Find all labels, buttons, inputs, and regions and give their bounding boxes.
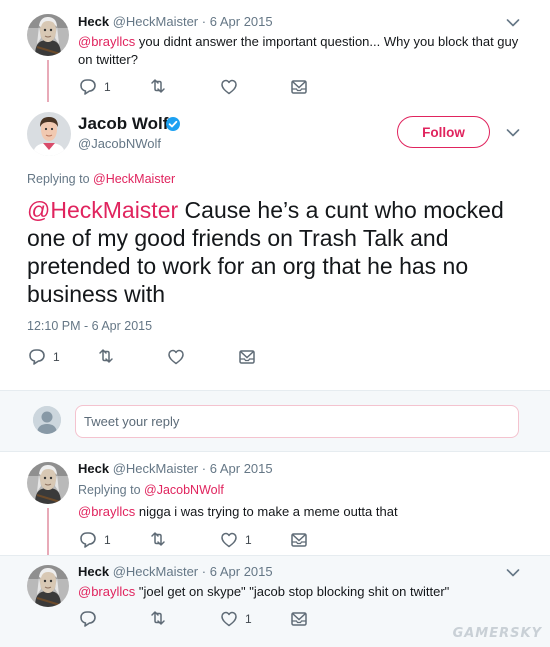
tweet-text: @brayllcs "joel get on skype" "jacob sto… <box>78 583 528 601</box>
tweet-text: @brayllcs nigga i was trying to make a m… <box>78 503 528 521</box>
tweet-actions: 1 <box>78 609 358 627</box>
retweet-button[interactable] <box>148 609 174 629</box>
chevron-down-icon[interactable] <box>506 128 520 138</box>
retweet-icon <box>151 611 165 625</box>
heart-icon <box>221 79 237 95</box>
divider <box>0 555 550 556</box>
reply-button[interactable]: 1 <box>27 347 60 367</box>
thread-line <box>47 60 49 102</box>
display-name[interactable]: Heck <box>78 564 109 579</box>
mention-link[interactable]: @HeckMaister <box>27 197 178 223</box>
tweet-header: Heck @HeckMaister · 6 Apr 2015 <box>78 564 273 579</box>
reply-count: 1 <box>104 80 111 94</box>
tweet-text: @brayllcs you didnt answer the important… <box>78 33 528 69</box>
tweet-actions: 1 <box>27 347 307 365</box>
tweet-date[interactable]: 6 Apr 2015 <box>210 564 273 579</box>
reply-count: 1 <box>53 350 60 364</box>
handle[interactable]: @JacobNWolf <box>78 136 161 151</box>
tweet-timestamp[interactable]: 12:10 PM - 6 Apr 2015 <box>27 319 152 333</box>
retweet-button[interactable] <box>148 77 174 97</box>
tweet-item[interactable]: Heck @HeckMaister · 6 Apr 2015 Replying … <box>0 453 550 555</box>
avatar[interactable] <box>27 14 69 56</box>
like-count: 1 <box>245 533 252 547</box>
replying-to-link[interactable]: @JacobNWolf <box>144 483 224 497</box>
watermark: GAMERSKY <box>452 626 542 641</box>
like-button[interactable]: 1 <box>219 609 252 629</box>
like-button[interactable] <box>166 347 192 367</box>
reply-input[interactable] <box>75 405 519 438</box>
reply-button[interactable]: 1 <box>78 77 111 97</box>
avatar[interactable] <box>27 112 71 156</box>
tweet-text-body: you didnt answer the important question.… <box>78 34 519 67</box>
like-button[interactable]: 1 <box>219 530 252 550</box>
handle[interactable]: @HeckMaister <box>113 564 198 579</box>
display-name[interactable]: Heck <box>78 461 109 476</box>
reply-count: 1 <box>104 533 111 547</box>
avatar[interactable] <box>27 462 69 504</box>
tweet-date[interactable]: 6 Apr 2015 <box>210 14 273 29</box>
separator-dot: · <box>201 564 207 579</box>
replying-to: Replying to @JacobNWolf <box>78 483 224 497</box>
reply-button[interactable] <box>78 609 104 629</box>
like-button[interactable] <box>219 77 245 97</box>
heart-icon <box>221 611 237 627</box>
envelope-icon <box>291 612 307 626</box>
verified-badge-icon <box>166 117 180 131</box>
replying-to-label: Replying to <box>78 483 145 497</box>
display-name[interactable]: Heck <box>78 14 109 29</box>
mention-link[interactable]: @brayllcs <box>78 504 135 519</box>
mention-link[interactable]: @brayllcs <box>78 34 135 49</box>
thread-line <box>47 508 49 555</box>
handle[interactable]: @HeckMaister <box>113 461 198 476</box>
reply-composer <box>0 390 550 452</box>
replying-to: Replying to @HeckMaister <box>27 172 175 186</box>
retweet-button[interactable] <box>96 347 122 367</box>
reply-icon <box>29 349 45 365</box>
handle[interactable]: @HeckMaister <box>113 14 198 29</box>
chevron-down-icon[interactable] <box>506 18 520 28</box>
tweet-text-body: nigga i was trying to make a meme outta … <box>135 504 398 519</box>
direct-message-button[interactable] <box>289 530 309 550</box>
retweet-icon <box>151 79 165 93</box>
envelope-icon <box>291 80 307 94</box>
tweet-header: Heck @HeckMaister · 6 Apr 2015 <box>78 461 273 476</box>
display-name[interactable]: Jacob Wolf <box>78 114 168 134</box>
replying-to-link[interactable]: @HeckMaister <box>93 172 175 186</box>
reply-icon <box>80 79 96 95</box>
chevron-down-icon[interactable] <box>506 568 520 578</box>
retweet-icon <box>99 349 113 363</box>
tweet-actions: 1 1 <box>78 530 358 548</box>
avatar <box>33 406 61 434</box>
heart-icon <box>168 349 184 365</box>
tweet-date[interactable]: 6 Apr 2015 <box>210 461 273 476</box>
like-count: 1 <box>245 612 252 626</box>
retweet-button[interactable] <box>148 530 174 550</box>
follow-button[interactable]: Follow <box>397 116 490 148</box>
retweet-icon <box>151 532 165 546</box>
direct-message-button[interactable] <box>237 347 257 367</box>
direct-message-button[interactable] <box>289 609 309 629</box>
reply-icon <box>80 532 96 548</box>
envelope-icon <box>291 533 307 547</box>
direct-message-button[interactable] <box>289 77 309 97</box>
tweet-item[interactable]: Heck @HeckMaister · 6 Apr 2015 @brayllcs… <box>0 0 550 102</box>
heart-icon <box>221 532 237 548</box>
tweet-actions: 1 <box>78 77 358 95</box>
reply-button[interactable]: 1 <box>78 530 111 550</box>
tweet-text: @HeckMaister Cause he’s a cunt who mocke… <box>27 196 532 308</box>
separator-dot: · <box>201 14 207 29</box>
reply-icon <box>80 611 96 627</box>
tweet-header: Heck @HeckMaister · 6 Apr 2015 <box>78 14 273 29</box>
tweet-text-body: "joel get on skype" "jacob stop blocking… <box>135 584 450 599</box>
mention-link[interactable]: @brayllcs <box>78 584 135 599</box>
envelope-icon <box>239 350 255 364</box>
replying-to-label: Replying to <box>27 172 94 186</box>
avatar[interactable] <box>27 565 69 607</box>
separator-dot: · <box>201 461 207 476</box>
